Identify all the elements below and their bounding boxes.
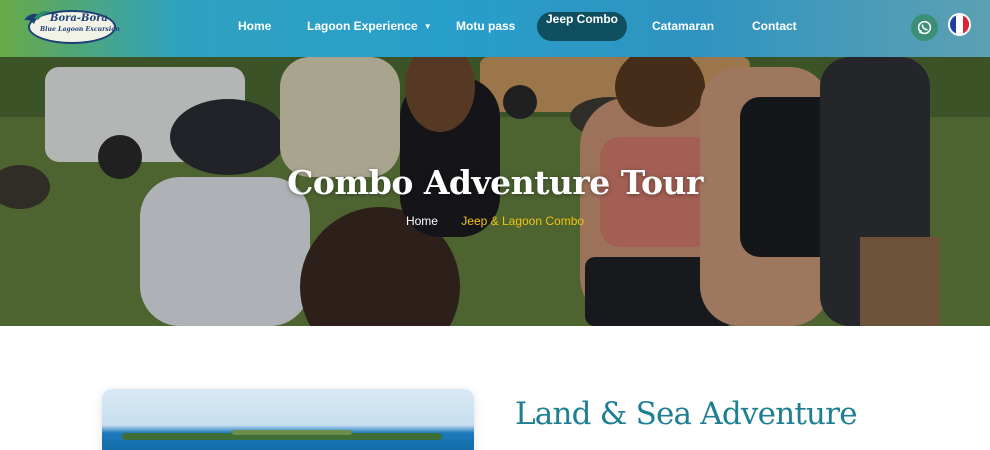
chevron-down-icon: ▼ — [423, 22, 432, 31]
nav-catamaran-label: Catamaran — [652, 19, 715, 33]
nav-jeep-combo-label: Jeep Combo — [545, 12, 618, 26]
nav-catamaran[interactable]: Catamaran — [652, 19, 714, 33]
section-title: Land & Sea Adventure — [515, 396, 858, 432]
nav-lagoon-experience-label: Lagoon Experience — [307, 19, 418, 33]
island-shape-2 — [232, 430, 352, 435]
french-flag-icon[interactable] — [948, 13, 971, 36]
site-logo[interactable]: Bora-Bora Blue Lagoon Excursion — [22, 6, 120, 46]
nav-motu-pass[interactable]: Motu pass — [456, 19, 515, 33]
lagoon-photo — [102, 389, 474, 450]
breadcrumb-current: Jeep & Lagoon Combo — [461, 214, 585, 228]
nav-home[interactable]: Home — [238, 19, 271, 33]
nav-motu-pass-label: Motu pass — [456, 19, 516, 33]
hero-banner: Combo Adventure Tour Home Jeep & Lagoon … — [0, 57, 990, 326]
nav-contact[interactable]: Contact — [752, 19, 797, 33]
breadcrumb-home[interactable]: Home — [406, 214, 438, 228]
hero-title: Combo Adventure Tour — [287, 163, 703, 202]
nav-contact-label: Contact — [752, 19, 797, 33]
site-header: Bora-Bora Blue Lagoon Excursion Home Lag… — [0, 0, 990, 57]
whatsapp-glyph — [917, 20, 932, 35]
nav-jeep-combo[interactable]: Jeep Combo — [537, 12, 627, 41]
nav-lagoon-experience[interactable]: Lagoon Experience ▼ — [307, 19, 432, 33]
nav-home-label: Home — [238, 19, 272, 33]
logo-line1: Bora-Bora — [50, 13, 108, 24]
page: Bora-Bora Blue Lagoon Excursion Home Lag… — [0, 0, 990, 450]
logo-line2: Blue Lagoon Excursion — [40, 26, 120, 33]
breadcrumb: Home Jeep & Lagoon Combo — [0, 214, 990, 228]
whatsapp-icon[interactable] — [911, 14, 938, 41]
